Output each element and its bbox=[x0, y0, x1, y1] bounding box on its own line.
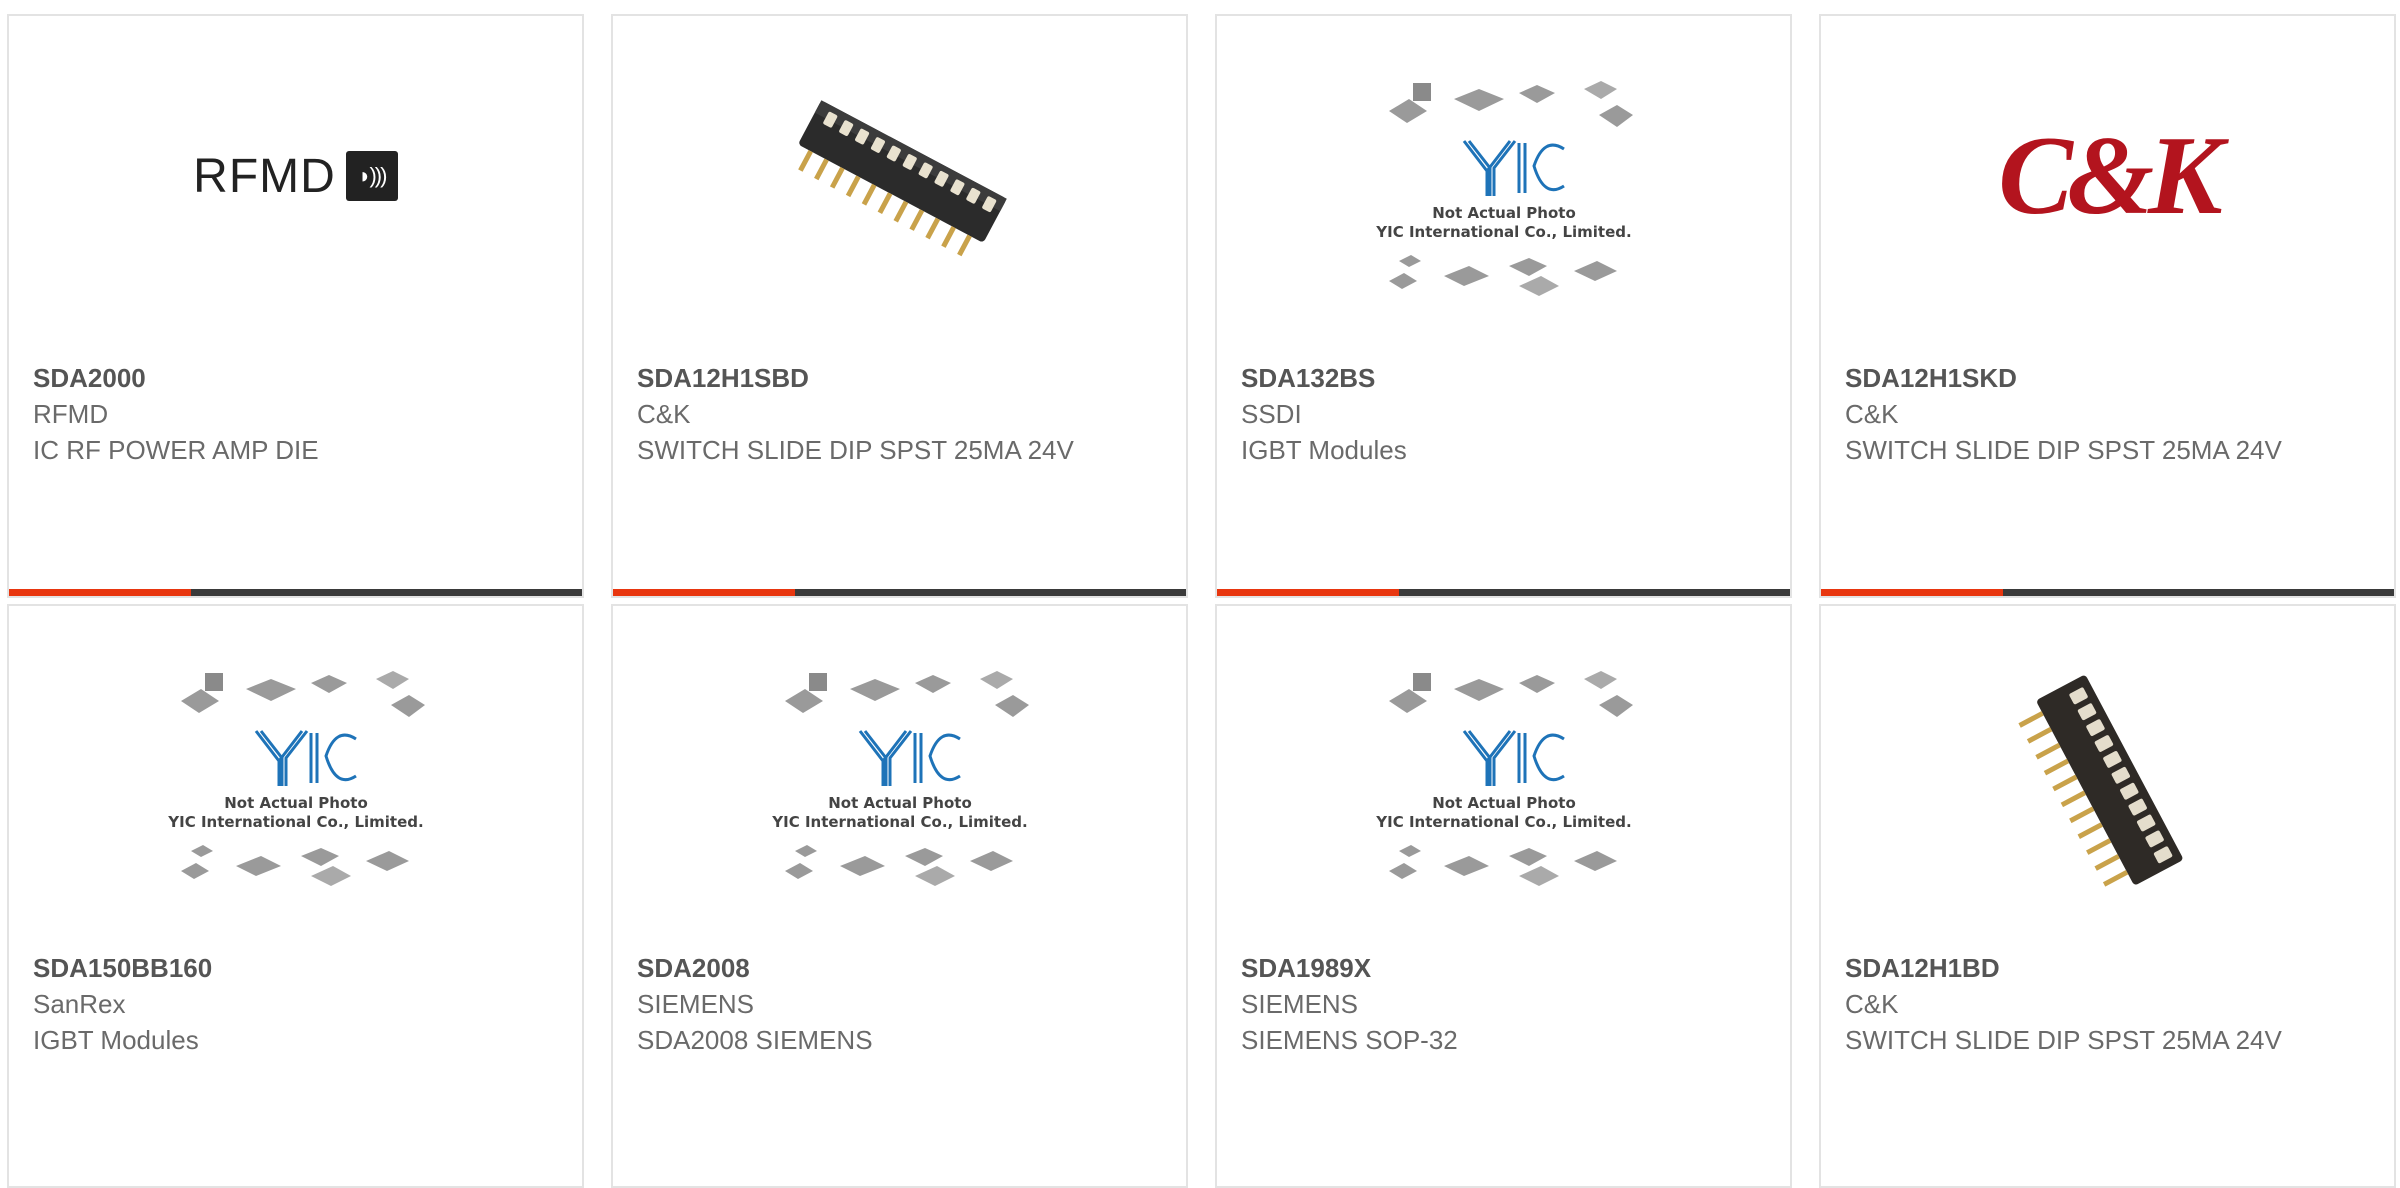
product-card[interactable]: SDA12H1BD C&K SWITCH SLIDE DIP SPST 25MA… bbox=[1819, 604, 2396, 1188]
part-number[interactable]: SDA12H1BD bbox=[1845, 950, 2315, 986]
manufacturer: SIEMENS bbox=[1241, 989, 1359, 1019]
manufacturer: C&K bbox=[1845, 989, 1899, 1019]
description: SWITCH SLIDE DIP SPST 25MA 24V bbox=[637, 435, 1074, 465]
product-image[interactable] bbox=[1821, 675, 2394, 946]
yic-placeholder-image: Not Actual Photo YIC International Co., … bbox=[1375, 671, 1633, 886]
placeholder-line2: YIC International Co., Limited. bbox=[1375, 813, 1631, 831]
product-grid: RFMD ◗))) SDA2000 RFMD IC RF POWER AMP D… bbox=[0, 0, 2400, 1188]
placeholder-line2: YIC International Co., Limited. bbox=[1375, 223, 1631, 241]
yic-placeholder-image: Not Actual Photo YIC International Co., … bbox=[1375, 81, 1633, 296]
product-card[interactable]: C&K SDA12H1SKD C&K SWITCH SLIDE DIP SPST… bbox=[1819, 14, 2396, 598]
description: IGBT Modules bbox=[33, 1025, 199, 1055]
dip-switch-photo bbox=[2017, 675, 2182, 887]
placeholder-line2: YIC International Co., Limited. bbox=[771, 813, 1027, 831]
manufacturer: RFMD bbox=[33, 399, 109, 429]
placeholder-line1: Not Actual Photo bbox=[828, 794, 972, 812]
product-card[interactable]: Not Actual Photo YIC International Co., … bbox=[7, 604, 584, 1188]
card-bottom-bar bbox=[1821, 589, 2394, 596]
placeholder-line1: Not Actual Photo bbox=[1432, 794, 1576, 812]
dip-switch-photo bbox=[797, 100, 1007, 257]
description: IGBT Modules bbox=[1241, 435, 1407, 465]
card-bottom-bar bbox=[613, 589, 1186, 596]
part-number[interactable]: SDA2008 bbox=[637, 950, 1107, 986]
description: SIEMENS SOP-32 bbox=[1241, 1025, 1458, 1055]
rfmd-logo: RFMD ◗))) bbox=[193, 149, 398, 204]
manufacturer: SanRex bbox=[33, 989, 126, 1019]
part-number[interactable]: SDA1989X bbox=[1241, 950, 1711, 986]
product-image[interactable]: Not Actual Photo YIC International Co., … bbox=[613, 671, 1186, 946]
product-image[interactable]: C&K bbox=[1821, 86, 2394, 356]
card-bottom-bar bbox=[9, 589, 582, 596]
product-image[interactable] bbox=[613, 86, 1186, 356]
placeholder-line2: YIC International Co., Limited. bbox=[167, 813, 423, 831]
part-number[interactable]: SDA132BS bbox=[1241, 360, 1711, 396]
manufacturer: SSDI bbox=[1241, 399, 1302, 429]
product-image[interactable]: Not Actual Photo YIC International Co., … bbox=[9, 671, 582, 946]
ck-logo: C&K bbox=[1998, 113, 2223, 238]
product-image[interactable]: Not Actual Photo YIC International Co., … bbox=[1217, 81, 1790, 356]
part-number[interactable]: SDA150BB160 bbox=[33, 950, 503, 986]
description: SWITCH SLIDE DIP SPST 25MA 24V bbox=[1845, 435, 2282, 465]
placeholder-line1: Not Actual Photo bbox=[224, 794, 368, 812]
yic-placeholder-image: Not Actual Photo YIC International Co., … bbox=[167, 671, 425, 886]
part-number[interactable]: SDA12H1SBD bbox=[637, 360, 1107, 396]
part-number[interactable]: SDA2000 bbox=[33, 360, 503, 396]
description: IC RF POWER AMP DIE bbox=[33, 435, 319, 465]
yic-placeholder-image: Not Actual Photo YIC International Co., … bbox=[771, 671, 1029, 886]
manufacturer: C&K bbox=[1845, 399, 1899, 429]
signal-icon: ◗))) bbox=[345, 151, 398, 201]
description: SWITCH SLIDE DIP SPST 25MA 24V bbox=[1845, 1025, 2282, 1055]
product-card[interactable]: RFMD ◗))) SDA2000 RFMD IC RF POWER AMP D… bbox=[7, 14, 584, 598]
part-number[interactable]: SDA12H1SKD bbox=[1845, 360, 2315, 396]
product-image[interactable]: Not Actual Photo YIC International Co., … bbox=[1217, 671, 1790, 946]
product-card[interactable]: Not Actual Photo YIC International Co., … bbox=[1215, 14, 1792, 598]
product-card[interactable]: Not Actual Photo YIC International Co., … bbox=[1215, 604, 1792, 1188]
placeholder-line1: Not Actual Photo bbox=[1432, 204, 1576, 222]
card-bottom-bar bbox=[1217, 589, 1790, 596]
manufacturer: SIEMENS bbox=[637, 989, 755, 1019]
product-card[interactable]: SDA12H1SBD C&K SWITCH SLIDE DIP SPST 25M… bbox=[611, 14, 1188, 598]
product-card[interactable]: Not Actual Photo YIC International Co., … bbox=[611, 604, 1188, 1188]
description: SDA2008 SIEMENS bbox=[637, 1025, 873, 1055]
product-image[interactable]: RFMD ◗))) bbox=[9, 86, 582, 356]
manufacturer: C&K bbox=[637, 399, 691, 429]
